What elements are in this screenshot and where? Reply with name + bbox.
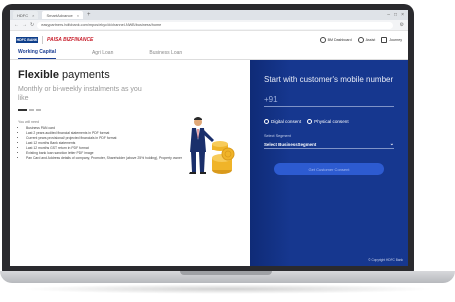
edit-icon (381, 36, 388, 43)
site-header: HDFC BANK PAISA BIZFINANCE BM Dashboard … (10, 31, 408, 48)
partner-logo[interactable]: PAISA BIZFINANCE (47, 37, 93, 43)
browser-tab[interactable]: HDFC × (13, 11, 39, 19)
carousel-dot-active[interactable] (18, 109, 27, 111)
businessman-coins-illustration (189, 117, 235, 174)
hero-subheading: Monthly or bi-weekly instalments as you … (18, 86, 142, 102)
form-title: Start with customer's mobile number (264, 75, 394, 84)
logo-divider (42, 35, 43, 44)
chevron-down-icon: ⌄ (389, 141, 394, 147)
segment-dropdown[interactable]: Select BusinessSegment ⌄ (264, 140, 394, 149)
browser-address-bar: ← → ↻ easypartners.hdfcbank.com/mpos/eky… (10, 20, 408, 31)
tab-working-capital[interactable]: Working Capital (18, 49, 56, 59)
get-consent-button[interactable]: Get Customer Consent (274, 163, 384, 175)
radio-circle (307, 119, 313, 124)
laptop-lid: HDFC × SmartAdvance × + – □ × ← → ↻ easypa… (2, 4, 414, 272)
browser-tabbar: HDFC × SmartAdvance × + – □ × (10, 10, 408, 20)
digital-consent-label: Digital consent (271, 119, 302, 124)
new-tab-button[interactable]: + (87, 12, 91, 18)
hero-heading-bold: Flexible (18, 69, 59, 81)
window-controls: – □ × (387, 12, 408, 18)
login-panel: Start with customer's mobile number +91 … (250, 60, 408, 266)
header-links: BM Dashboard Assist Journey (319, 36, 402, 43)
assist-label: Assist (365, 37, 376, 42)
minimize-button[interactable]: – (387, 12, 390, 18)
segment-label: Select Segment (264, 134, 291, 138)
product-tabs: Working Capital Agri Loan Business Loan (10, 48, 408, 60)
consent-options: Digital consent Physical consent (264, 119, 394, 124)
assist-link[interactable]: Assist (357, 36, 376, 43)
country-code: +91 (264, 95, 278, 104)
tab-business-loan[interactable]: Business Loan (149, 50, 182, 59)
journey-link[interactable]: Journey (381, 36, 402, 43)
forward-icon[interactable]: → (22, 22, 27, 28)
bm-dashboard-label: BM Dashboard (327, 37, 352, 42)
physical-consent-label: Physical consent (314, 119, 349, 124)
laptop-shadow (20, 284, 435, 294)
hdfc-logo[interactable]: HDFC BANK (16, 36, 38, 43)
close-tab-icon[interactable]: × (32, 13, 34, 18)
bm-dashboard-link[interactable]: BM Dashboard (319, 36, 352, 43)
carousel-dot[interactable] (29, 109, 34, 111)
close-tab-icon[interactable]: × (77, 13, 79, 18)
back-icon[interactable]: ← (14, 22, 19, 28)
digital-consent-radio[interactable]: Digital consent (264, 119, 301, 124)
hero-panel: Flexible payments Monthly or bi-weekly i… (10, 60, 250, 266)
carousel-dot[interactable] (36, 109, 41, 111)
help-icon (357, 36, 364, 43)
mobile-number-input[interactable]: +91 (264, 93, 394, 107)
dashboard-icon (319, 36, 326, 43)
radio-circle (264, 119, 269, 124)
settings-icon[interactable]: ⚙ (400, 22, 404, 28)
browser-tab-active[interactable]: SmartAdvance × (42, 11, 84, 19)
copyright-text: © Copyright HDFC Bank (368, 258, 403, 262)
main-content: Flexible payments Monthly or bi-weekly i… (10, 60, 408, 266)
browser-tab-label: SmartAdvance (46, 12, 73, 18)
close-window-button[interactable]: × (401, 12, 404, 18)
hero-heading: Flexible payments (18, 69, 250, 82)
segment-value: Select BusinessSegment (264, 141, 317, 147)
laptop-mockup: HDFC × SmartAdvance × + – □ × ← → ↻ easypa… (0, 0, 455, 302)
maximize-button[interactable]: □ (394, 12, 397, 18)
laptop-notch (180, 271, 272, 275)
reload-icon[interactable]: ↻ (30, 22, 34, 28)
physical-consent-radio[interactable]: Physical consent (307, 119, 349, 124)
tab-agri-loan[interactable]: Agri Loan (92, 50, 113, 59)
url-field[interactable]: easypartners.hdfcbank.com/mpos/ekyc/#/ch… (37, 21, 393, 29)
hero-heading-rest: payments (58, 69, 110, 81)
browser-tab-label: HDFC (17, 12, 29, 18)
laptop-screen: HDFC × SmartAdvance × + – □ × ← → ↻ easypa… (10, 10, 408, 266)
journey-label: Journey (389, 37, 402, 42)
